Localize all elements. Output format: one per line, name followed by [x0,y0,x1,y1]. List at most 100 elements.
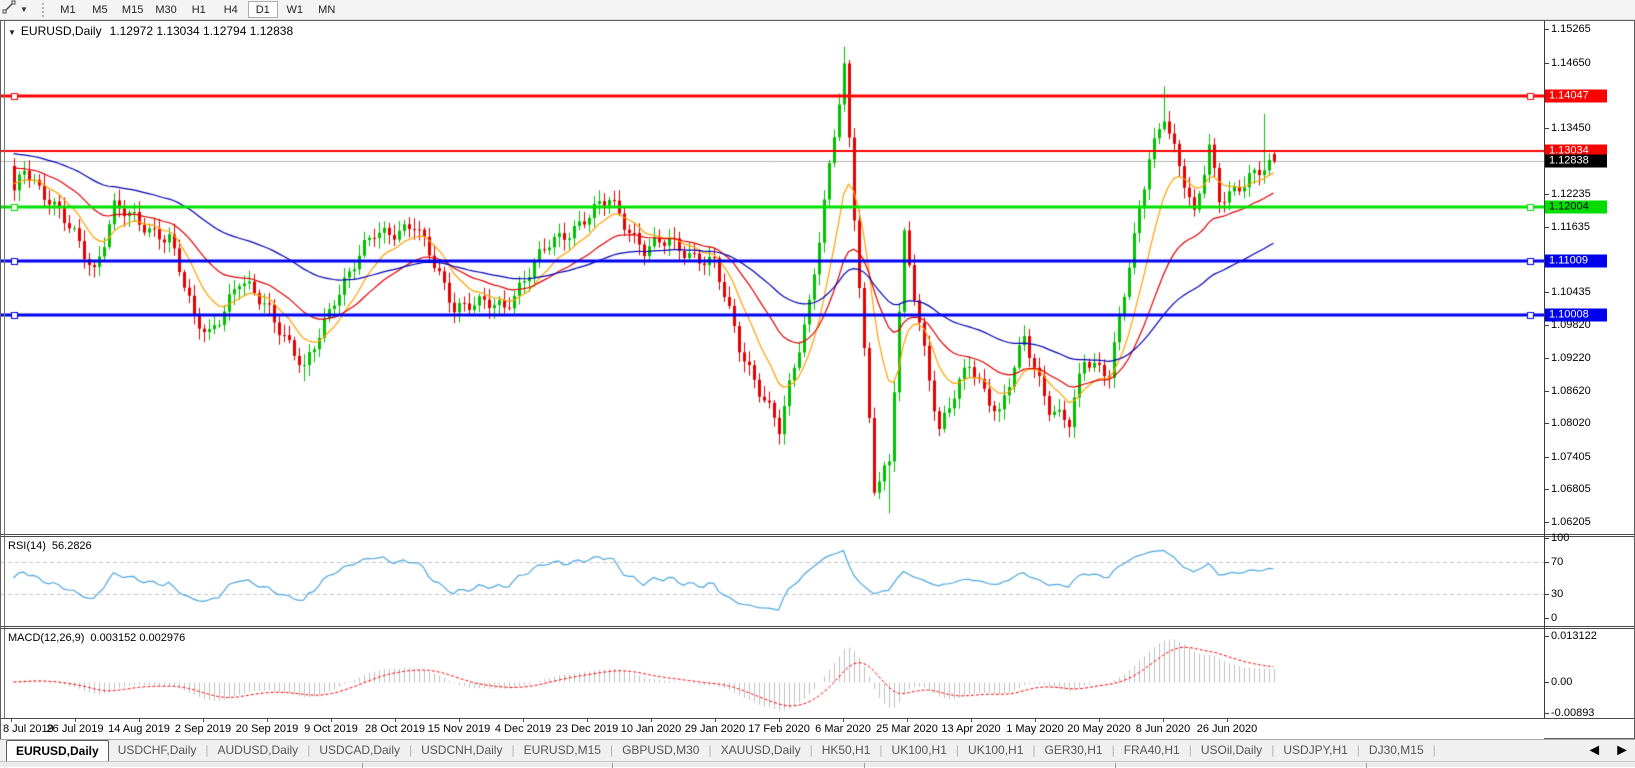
timeframe-toolbar: ▼ M1M5M15M30H1H4D1W1MN [0,0,1635,20]
price-tick-mark [1544,457,1549,458]
chevron-down-icon[interactable]: ▼ [20,5,28,14]
chart-tab-dj30-m15[interactable]: DJ30,M15 [1360,740,1433,761]
timeframe-button-d1[interactable]: D1 [248,1,278,18]
timeframe-button-mn[interactable]: MN [312,1,342,18]
date-label: 26 Jun 2020 [1197,723,1258,735]
price-tick-label: 1.13450 [1551,122,1591,134]
chart-tab-usdcad-daily[interactable]: USDCAD,Daily [310,740,409,761]
price-tick-mark [1544,391,1549,392]
date-label: 15 Nov 2019 [428,723,490,735]
strip-mark [612,763,613,768]
tab-scroll-right-icon[interactable]: ► [1614,742,1630,760]
price-badge: 1.11009 [1545,254,1607,267]
macd-indicator-canvas[interactable] [1,629,1544,718]
date-tick-mark [1227,719,1228,722]
date-tick-mark [715,719,716,722]
macd-values: 0.003152 0.002976 [90,632,185,644]
date-axis[interactable]: 8 Jul 201926 Jul 201914 Aug 20192 Sep 20… [1,719,1544,740]
date-label: 20 Sep 2019 [236,723,298,735]
chart-tab-xauusd-daily[interactable]: XAUUSD,Daily [712,740,810,761]
timeframe-button-m15[interactable]: M15 [117,1,148,18]
date-tick-mark [395,719,396,722]
chart-tab-audusd-daily[interactable]: AUDUSD,Daily [209,740,308,761]
date-tick-mark [267,719,268,722]
price-tick-mark [1544,358,1549,359]
chart-dropdown-icon[interactable]: ▼ [8,28,16,37]
date-label: 17 Feb 2020 [748,723,810,735]
timeframe-button-w1[interactable]: W1 [280,1,310,18]
date-tick-mark [1099,719,1100,722]
date-label: 26 Jul 2019 [47,723,104,735]
rsi-label: RSI(14)56.2826 [8,540,92,552]
timeframe-button-h4[interactable]: H4 [216,1,246,18]
toolbar-grip [42,3,44,17]
price-tick-mark [1544,325,1549,326]
price-tick-label: 1.06805 [1551,483,1591,495]
rsi-indicator-canvas[interactable] [1,537,1544,626]
date-tick-mark [523,719,524,722]
price-tick-mark [1544,489,1549,490]
price-tick-mark [1544,194,1549,195]
tab-separator: | [1433,740,1436,761]
price-tick-label: 1.09220 [1551,352,1591,364]
chart-tab-eurusd-m15[interactable]: EURUSD,M15 [515,740,610,761]
macd-tick-mark [1544,713,1549,714]
price-tick-mark [1544,128,1549,129]
tab-scroll-left-icon[interactable]: ◄ [1586,742,1602,760]
date-label: 9 Oct 2019 [304,723,358,735]
chart-tab-usoil-daily[interactable]: USOil,Daily [1192,740,1271,761]
rsi-tick-mark [1544,594,1549,595]
date-tick-mark [1035,719,1036,722]
chart-symbol: EURUSD,Daily [21,24,102,38]
date-label: 20 May 2020 [1067,723,1131,735]
chart-tab-gbpusd-m30[interactable]: GBPUSD,M30 [613,740,708,761]
chart-tab-bar: EURUSD,DailyUSDCHF,Daily|AUDUSD,Daily|US… [0,739,1635,761]
rsi-tick-mark [1544,562,1549,563]
date-label: 23 Dec 2019 [556,723,618,735]
date-label: 28 Oct 2019 [365,723,425,735]
price-axis-line [1544,21,1545,718]
timeframe-button-m1[interactable]: M1 [53,1,83,18]
price-tick-mark [1544,522,1549,523]
chart-tab-usdcnh-daily[interactable]: USDCNH,Daily [412,740,511,761]
chart-tab-ger30-h1[interactable]: GER30,H1 [1036,740,1112,761]
panel-separator[interactable] [1,626,1634,627]
strip-mark [362,763,363,768]
timeframe-button-m30[interactable]: M30 [150,1,181,18]
date-tick-mark [587,719,588,722]
price-tick-label: 1.10435 [1551,286,1591,298]
date-label: 25 Mar 2020 [876,723,938,735]
price-tick-mark [1544,423,1549,424]
timeframe-button-m5[interactable]: M5 [85,1,115,18]
date-tick-mark [1163,719,1164,722]
chart-tab-eurusd-daily[interactable]: EURUSD,Daily [6,740,109,761]
line-tool-button[interactable]: ▼ [0,0,32,19]
date-tick-mark [203,719,204,722]
price-tick-label: 1.06205 [1551,516,1591,528]
rsi-tick-label: 0 [1551,612,1557,624]
rsi-tick-mark [1544,618,1549,619]
chart-tab-uk100-h1[interactable]: UK100,H1 [959,740,1032,761]
timeframe-button-h1[interactable]: H1 [184,1,214,18]
date-label: 6 Mar 2020 [815,723,871,735]
date-tick-mark [75,719,76,722]
price-chart-canvas[interactable] [1,21,1544,534]
chart-tab-usdjpy-h1[interactable]: USDJPY,H1 [1274,740,1356,761]
bottom-strip [0,761,1635,767]
chart-tab-uk100-h1[interactable]: UK100,H1 [883,740,956,761]
panel-separator[interactable] [1,534,1634,535]
rsi-tick-label: 30 [1551,588,1563,600]
chart-tab-fra40-h1[interactable]: FRA40,H1 [1115,740,1189,761]
chart-tab-usdchf-daily[interactable]: USDCHF,Daily [109,740,206,761]
rsi-tick-mark [1544,538,1549,539]
date-tick-mark [11,719,12,722]
price-badge: 1.14047 [1545,89,1607,102]
date-label: 4 Dec 2019 [495,723,551,735]
price-tick-label: 1.12235 [1551,188,1591,200]
date-tick-mark [459,719,460,722]
price-badge: 1.12004 [1545,200,1607,213]
macd-tick-mark [1544,682,1549,683]
chart-tab-hk50-h1[interactable]: HK50,H1 [813,740,880,761]
price-tick-label: 1.08020 [1551,417,1591,429]
strip-mark [1366,763,1367,768]
